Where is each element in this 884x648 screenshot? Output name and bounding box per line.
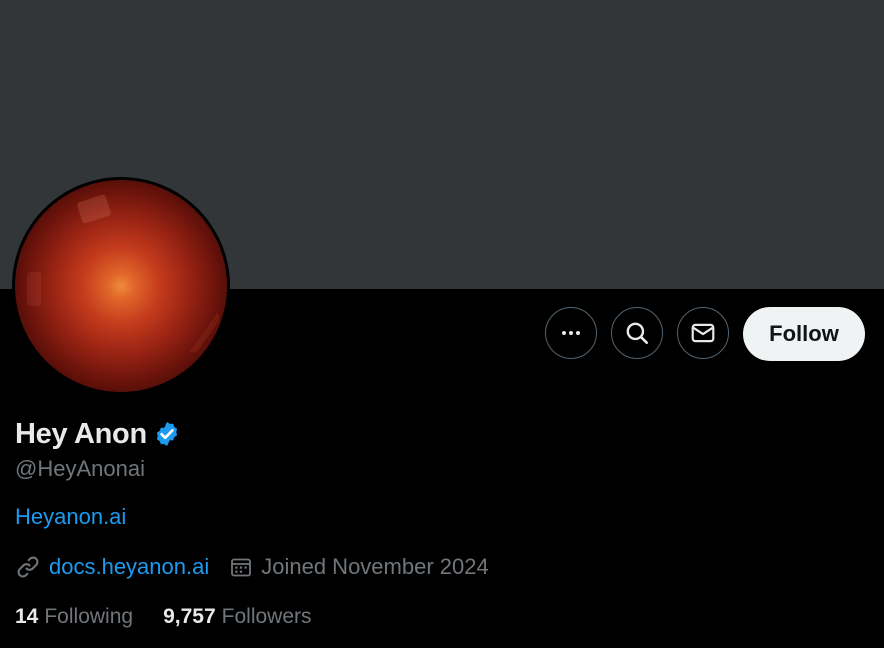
avatar-highlight (76, 193, 112, 225)
more-icon (562, 331, 580, 335)
display-name: Hey Anon (15, 417, 147, 450)
avatar-frame (12, 177, 230, 395)
name-row: Hey Anon (15, 414, 181, 454)
joined-item: Joined November 2024 (229, 554, 489, 580)
link-icon (17, 556, 39, 578)
follow-stats: 14 Following 9,757 Followers (15, 601, 312, 633)
avatar-highlight (27, 272, 41, 306)
search-icon (626, 322, 649, 345)
username-handle: @HeyAnonai (15, 456, 145, 481)
bio-link[interactable]: Heyanon.ai (15, 504, 126, 530)
followers-stat[interactable]: 9,757 Followers (163, 605, 311, 629)
website-item: docs.heyanon.ai (15, 554, 209, 580)
following-stat[interactable]: 14 Following (15, 605, 133, 629)
more-options-button[interactable] (545, 307, 597, 359)
search-profile-button[interactable] (611, 307, 663, 359)
following-count: 14 (15, 605, 39, 628)
profile-page: Follow Hey Anon @HeyAnonai Heyanon.ai do… (0, 0, 884, 648)
followers-count: 9,757 (163, 605, 216, 628)
verified-badge-icon[interactable] (153, 420, 181, 448)
avatar-highlight (155, 288, 223, 356)
avatar[interactable] (15, 180, 227, 392)
envelope-icon (691, 323, 715, 343)
website-link[interactable]: docs.heyanon.ai (49, 554, 209, 580)
calendar-icon (231, 558, 252, 577)
following-label: Following (44, 605, 134, 628)
message-button[interactable] (677, 307, 729, 359)
followers-label: Followers (221, 605, 312, 628)
follow-button[interactable]: Follow (743, 307, 865, 361)
profile-meta: docs.heyanon.ai Joined November 2024 (15, 551, 489, 583)
joined-date: Joined November 2024 (261, 554, 489, 579)
